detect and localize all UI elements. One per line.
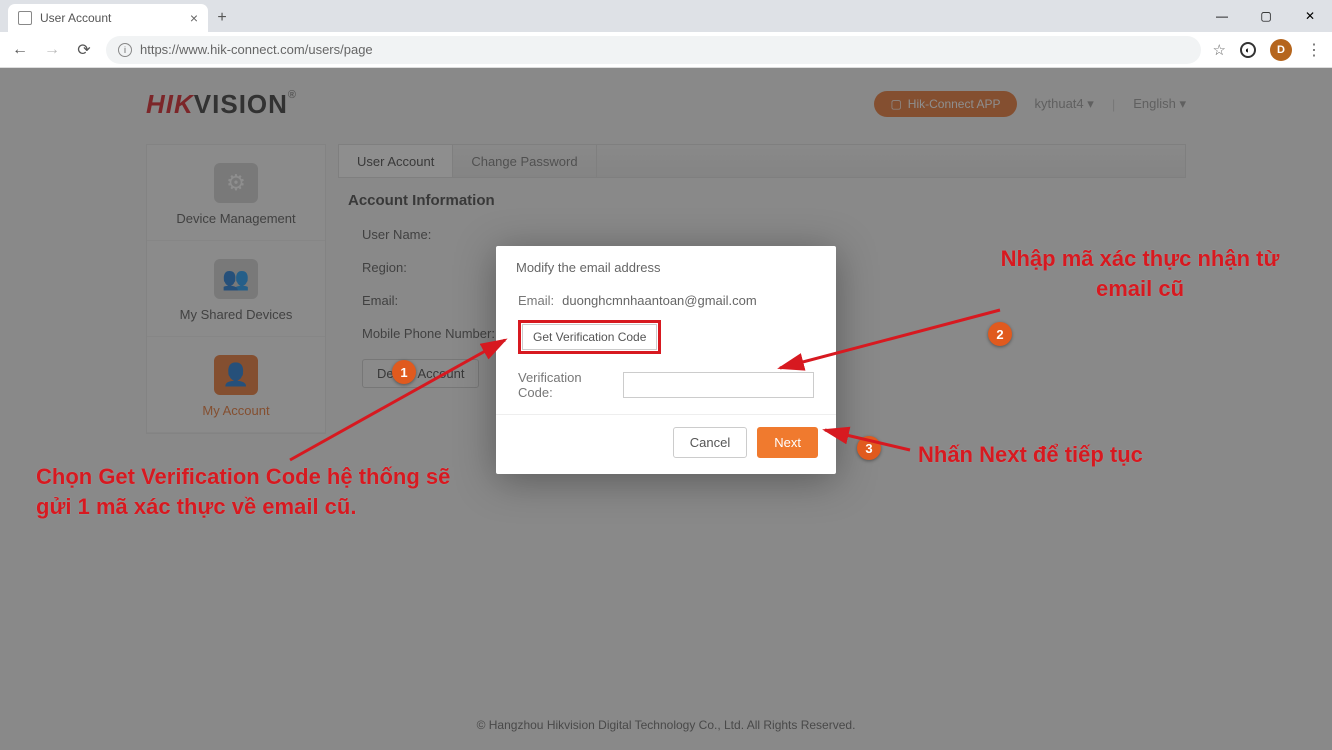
dialog-title: Modify the email address bbox=[496, 246, 836, 285]
modify-email-dialog: Modify the email address Email: duonghcm… bbox=[496, 246, 836, 474]
tab-title: User Account bbox=[40, 11, 111, 25]
browser-tab[interactable]: User Account × bbox=[8, 4, 208, 32]
extension-icon[interactable]: ◐ bbox=[1240, 42, 1256, 58]
browser-tab-strip: User Account × + — ▢ ✕ bbox=[0, 0, 1332, 32]
dialog-email-value: duonghcmnhaantoan@gmail.com bbox=[562, 293, 757, 308]
next-button[interactable]: Next bbox=[757, 427, 818, 458]
maximize-button[interactable]: ▢ bbox=[1244, 0, 1288, 32]
reload-button[interactable]: ⟳ bbox=[74, 40, 94, 60]
browser-toolbar: ← → ⟳ i https://www.hik-connect.com/user… bbox=[0, 32, 1332, 68]
site-info-icon[interactable]: i bbox=[118, 43, 132, 57]
address-bar[interactable]: i https://www.hik-connect.com/users/page bbox=[106, 36, 1201, 64]
verification-code-input[interactable] bbox=[623, 372, 814, 398]
browser-menu-icon[interactable]: ⋮ bbox=[1306, 40, 1322, 60]
window-controls: — ▢ ✕ bbox=[1200, 0, 1332, 32]
forward-button[interactable]: → bbox=[42, 41, 62, 59]
new-tab-button[interactable]: + bbox=[208, 4, 236, 32]
url-text: https://www.hik-connect.com/users/page bbox=[140, 42, 373, 57]
back-button[interactable]: ← bbox=[10, 41, 30, 59]
dialog-verification-row: Verification Code: bbox=[518, 370, 814, 400]
close-tab-icon[interactable]: × bbox=[190, 10, 198, 26]
close-window-button[interactable]: ✕ bbox=[1288, 0, 1332, 32]
cancel-button[interactable]: Cancel bbox=[673, 427, 747, 458]
dialog-email-row: Email: duonghcmnhaantoan@gmail.com bbox=[518, 293, 814, 308]
minimize-button[interactable]: — bbox=[1200, 0, 1244, 32]
annotation-highlight-box: Get Verification Code bbox=[518, 320, 661, 354]
profile-avatar[interactable]: D bbox=[1270, 39, 1292, 61]
get-verification-code-button[interactable]: Get Verification Code bbox=[522, 324, 657, 350]
bookmark-icon[interactable]: ☆ bbox=[1213, 41, 1226, 59]
page-icon bbox=[18, 11, 32, 25]
